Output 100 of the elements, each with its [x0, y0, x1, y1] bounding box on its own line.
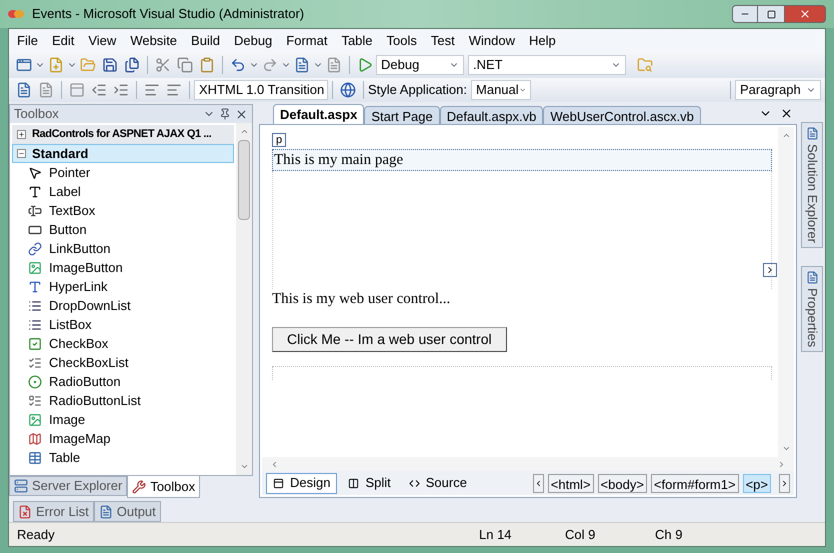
- toolbox-item[interactable]: LinkButton: [49, 238, 110, 258]
- collapse-icon[interactable]: [17, 149, 26, 158]
- click-me-button[interactable]: Click Me -- Im a web user control: [272, 326, 507, 352]
- toolbox-item[interactable]: ImageButton: [49, 258, 123, 278]
- maximize-button[interactable]: [758, 5, 784, 23]
- line-number: Ln 14: [479, 526, 513, 544]
- toolbox-item[interactable]: CheckBoxList: [49, 352, 128, 372]
- menu-item[interactable]: Help: [528, 30, 556, 50]
- window-title: Events - Microsoft Visual Studio (Administrator): [32, 5, 304, 24]
- scroll-right-button[interactable]: [779, 474, 790, 492]
- menu-item[interactable]: Tools: [386, 30, 417, 50]
- table-icon: [28, 450, 42, 464]
- panel-tab[interactable]: Output: [94, 501, 161, 522]
- character-number: Ch 9: [655, 526, 682, 544]
- image-icon: [28, 260, 42, 274]
- scroll-left-icon[interactable]: [270, 460, 279, 468]
- app-logo-icon: [8, 8, 24, 20]
- style-application-label: Style Application:: [368, 81, 468, 100]
- toolbox-group[interactable]: Standard: [12, 144, 234, 163]
- status-message: Ready: [17, 526, 56, 544]
- server-icon: [14, 479, 28, 493]
- configuration-dropdown[interactable]: Debug: [376, 55, 464, 75]
- panel-tab[interactable]: Error List: [13, 501, 94, 522]
- window-icon: [273, 478, 284, 488]
- tag-path-item[interactable]: <body>: [598, 474, 647, 492]
- smart-tag-button[interactable]: [763, 262, 777, 276]
- menu-item[interactable]: Build: [191, 30, 220, 50]
- pin-icon[interactable]: [219, 108, 231, 120]
- scroll-down-icon[interactable]: [782, 444, 790, 453]
- menu-item[interactable]: File: [17, 30, 38, 50]
- scrollbar[interactable]: [262, 457, 794, 471]
- toolbox-item[interactable]: HyperLink: [49, 276, 108, 296]
- toolbox-item[interactable]: CheckBox: [49, 334, 108, 354]
- schema-dropdown[interactable]: XHTML 1.0 Transition: [194, 80, 328, 100]
- image-icon: [28, 412, 42, 426]
- map-icon: [28, 432, 42, 446]
- list-icon: [28, 318, 42, 332]
- checklist-icon: [28, 356, 42, 370]
- menu-item[interactable]: Edit: [52, 30, 74, 50]
- scroll-up-icon[interactable]: [782, 131, 790, 140]
- close-icon[interactable]: [780, 107, 793, 120]
- toolbox-item[interactable]: TextBox: [49, 200, 96, 220]
- side-panel-tab[interactable]: Solution Explorer: [801, 122, 823, 248]
- letter-icon: [28, 280, 42, 294]
- toolbox-group[interactable]: RadControls for ASPNET AJAX Q1 ...: [12, 125, 234, 144]
- paragraph[interactable]: This is my main page: [272, 148, 772, 170]
- side-panel-tab[interactable]: Properties: [801, 266, 823, 352]
- toolbox-item[interactable]: Image: [49, 410, 86, 430]
- document-tab[interactable]: Default.aspx.vb: [440, 106, 544, 124]
- view-tab[interactable]: Source: [402, 472, 474, 494]
- toolbox-item[interactable]: Label: [49, 182, 81, 202]
- toolbox-item[interactable]: RadioButtonList: [49, 390, 141, 410]
- menu-item[interactable]: Test: [430, 30, 455, 50]
- tag-label: p: [272, 133, 286, 147]
- code-icon: [408, 478, 420, 488]
- block-format-dropdown[interactable]: Paragraph: [735, 80, 821, 100]
- scroll-up-icon[interactable]: [240, 127, 248, 136]
- menu-item[interactable]: Debug: [234, 30, 272, 50]
- scroll-left-button[interactable]: [532, 474, 544, 492]
- scrollbar-thumb[interactable]: [238, 140, 250, 220]
- toolbox-item[interactable]: ListBox: [49, 314, 92, 334]
- expand-icon[interactable]: [17, 130, 26, 139]
- toolbox-item[interactable]: Button: [49, 220, 87, 240]
- menu-item[interactable]: Format: [286, 30, 328, 50]
- tag-path-item[interactable]: <html>: [548, 474, 594, 492]
- view-tab[interactable]: Design: [266, 472, 338, 494]
- scroll-right-icon[interactable]: [777, 460, 786, 468]
- menu-item[interactable]: Website: [130, 30, 178, 50]
- tag-path-item[interactable]: <p>: [742, 474, 771, 492]
- tag-path-item[interactable]: <form#form1>: [650, 474, 739, 492]
- platform-dropdown[interactable]: .NET: [468, 55, 626, 75]
- document-tab[interactable]: Start Page: [364, 106, 440, 124]
- toolbox-item[interactable]: Table: [49, 448, 80, 468]
- panel-tab[interactable]: Server Explorer: [9, 476, 128, 496]
- user-control-text: This is my web user control...: [272, 290, 452, 308]
- maximize-icon: [766, 10, 776, 18]
- menu-item[interactable]: View: [88, 30, 116, 50]
- panel-tab[interactable]: Toolbox: [127, 476, 200, 498]
- panel-title: Toolbox: [14, 105, 59, 124]
- close-button[interactable]: [784, 5, 826, 23]
- view-tab[interactable]: Split: [341, 472, 398, 494]
- scrollbar[interactable]: [778, 127, 794, 457]
- style-application-dropdown[interactable]: Manual: [471, 80, 532, 100]
- close-icon: [799, 8, 811, 20]
- document-icon: [806, 127, 818, 140]
- document-tab[interactable]: Default.aspx: [273, 104, 364, 124]
- toolbox-item[interactable]: ImageMap: [49, 428, 110, 448]
- menu-item[interactable]: Table: [341, 30, 373, 50]
- close-icon[interactable]: [235, 108, 248, 120]
- scrollbar[interactable]: [236, 123, 252, 475]
- minimize-button[interactable]: [732, 5, 758, 23]
- document-tab[interactable]: WebUserControl.ascx.vb: [543, 106, 701, 124]
- pointer-icon: [28, 166, 42, 180]
- toolbox-item[interactable]: Pointer: [49, 162, 90, 182]
- scroll-down-icon[interactable]: [240, 462, 248, 471]
- wrench-icon: [132, 480, 146, 494]
- list-icon: [28, 394, 42, 408]
- toolbox-item[interactable]: DropDownList: [49, 296, 131, 316]
- toolbox-item[interactable]: RadioButton: [49, 372, 121, 392]
- menu-item[interactable]: Window: [468, 30, 515, 50]
